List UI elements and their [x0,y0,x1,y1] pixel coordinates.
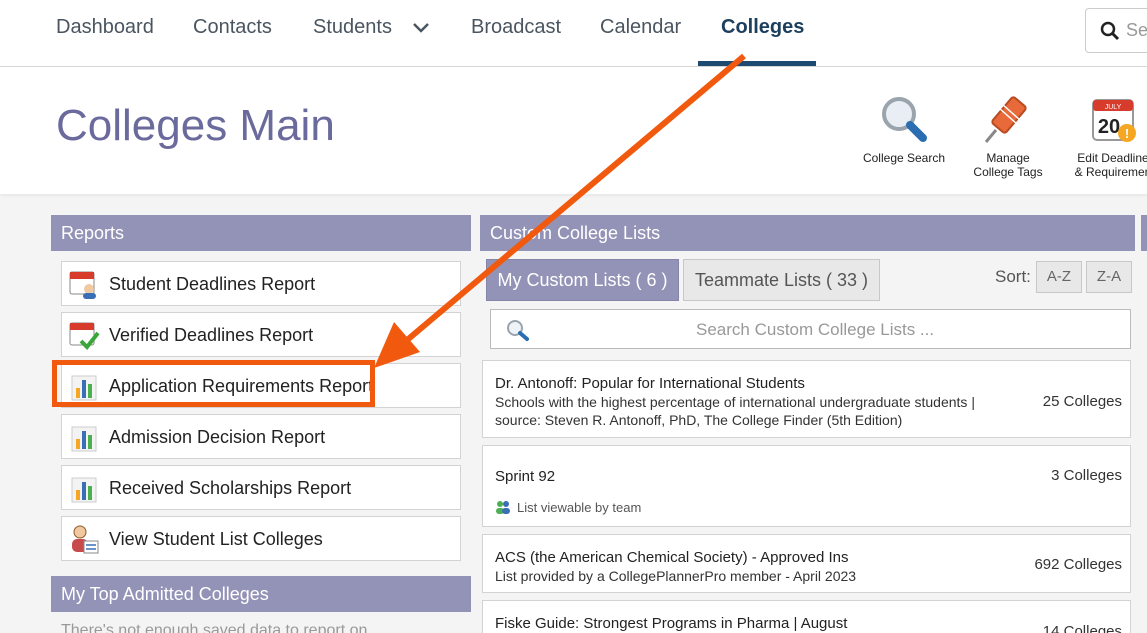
calendar-month-text: JULY [1105,104,1122,111]
page-title: Colleges Main [56,101,335,150]
list-count: 14 Colleges [1042,623,1122,633]
custom-lists-search-placeholder: Search Custom College Lists ... [696,320,935,339]
list-description: List provided by a CollegePlannerPro mem… [495,568,857,584]
search-icon [1100,21,1120,41]
student-list-icon [72,525,99,554]
manage-tags-label-2: College Tags [973,165,1043,179]
svg-text:!: ! [1125,126,1129,141]
nav-broadcast[interactable]: Broadcast [471,16,561,39]
nav-dashboard[interactable]: Dashboard [56,16,154,39]
sort-az-button[interactable]: A-Z [1036,261,1082,293]
tab-my-custom-lists[interactable]: My Custom Lists ( 6 ) [486,259,679,301]
custom-lists-heading: Custom College Lists [480,215,1135,251]
nav-contacts[interactable]: Contacts [193,16,272,39]
report-label: Admission Decision Report [109,427,326,447]
tag-icon [984,96,1027,143]
report-label: Received Scholarships Report [109,478,352,498]
global-search-input[interactable]: Sea [1085,8,1147,53]
list-title: Dr. Antonoff: Popular for International … [495,375,805,392]
chevron-down-icon[interactable] [410,19,432,37]
team-visibility-note: List viewable by team [495,499,641,515]
active-tab-indicator [698,61,816,66]
student-deadlines-report-link[interactable]: Student Deadlines Report [61,261,461,306]
calendar-day-text: 20 [1098,116,1120,138]
page-header: Colleges Main College Search Manage Coll… [0,67,1147,194]
list-title: ACS (the American Chemical Society) - Ap… [495,549,849,566]
global-search-placeholder: Sea [1126,20,1147,40]
list-item[interactable]: Fiske Guide: Strongest Programs in Pharm… [482,600,1131,633]
bar-chart-icon [71,477,97,503]
list-title: Sprint 92 [495,468,556,485]
magnifier-icon [882,97,927,142]
list-count: 3 Colleges [1051,467,1122,484]
bar-chart-icon [71,426,97,452]
reports-heading: Reports [51,215,471,251]
sort-za-button[interactable]: Z-A [1086,261,1132,293]
top-nav: Dashboard Contacts Students Broadcast Ca… [0,0,1147,67]
list-count: 25 Colleges [1042,393,1122,410]
view-student-list-colleges-link[interactable]: View Student List Colleges [61,516,461,561]
search-icon [507,320,529,341]
college-search-label: College Search [862,151,946,165]
admission-decision-report-link[interactable]: Admission Decision Report [61,414,461,459]
team-icon [496,501,510,514]
list-description: Schools with the highest percentage of i… [495,394,975,428]
list-count: 692 Colleges [1034,556,1122,573]
report-label: Student Deadlines Report [109,274,316,294]
calendar-student-icon [69,271,96,299]
manage-college-tags-button[interactable]: Manage College Tags [970,92,1046,179]
nav-students[interactable]: Students [313,16,392,39]
received-scholarships-report-link[interactable]: Received Scholarships Report [61,465,461,510]
edit-deadlines-label-1: Edit Deadline [1077,151,1147,165]
top-admitted-message: There's not enough saved data to report … [61,622,368,633]
custom-lists-search-input[interactable]: Search Custom College Lists ... [490,309,1131,349]
team-visibility-label: List viewable by team [517,500,642,515]
calendar-deadline-icon: JULY 20 ! [1092,99,1136,142]
sort-label: Sort: [995,267,1031,286]
list-item[interactable]: Sprint 92 3 Colleges List viewable by te… [482,445,1131,527]
list-title: Fiske Guide: Strongest Programs in Pharm… [495,615,848,632]
edit-deadlines-button[interactable]: JULY 20 ! Edit Deadline & Requiremen [1068,92,1147,179]
edit-deadlines-label-2: & Requiremen [1074,165,1147,179]
calendar-check-icon [69,322,100,351]
college-search-button[interactable]: College Search [862,92,946,165]
manage-tags-label-1: Manage [986,151,1030,165]
list-item[interactable]: ACS (the American Chemical Society) - Ap… [482,534,1131,593]
annotation-highlight-box [52,360,375,407]
tab-teammate-lists[interactable]: Teammate Lists ( 33 ) [683,259,880,301]
report-label: Verified Deadlines Report [109,325,314,345]
nav-colleges[interactable]: Colleges [721,16,804,39]
report-label: View Student List Colleges [109,529,323,549]
top-admitted-heading: My Top Admitted Colleges [51,576,471,612]
nav-calendar[interactable]: Calendar [600,16,681,39]
verified-deadlines-report-link[interactable]: Verified Deadlines Report [61,312,461,357]
panel-edge [1141,215,1147,251]
list-item[interactable]: Dr. Antonoff: Popular for International … [482,360,1131,438]
